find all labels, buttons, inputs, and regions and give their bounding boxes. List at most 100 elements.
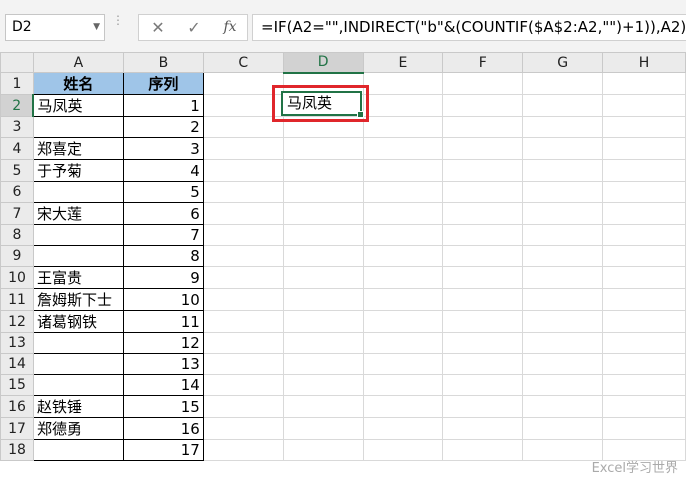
cell-f[interactable] <box>442 159 524 182</box>
column-header-e[interactable]: E <box>362 52 444 73</box>
cell-e[interactable] <box>362 245 444 267</box>
row-header[interactable]: 12 <box>0 310 34 333</box>
cell-a[interactable]: 郑德勇 <box>32 417 124 440</box>
chevron-down-icon[interactable]: ▼ <box>93 15 100 40</box>
cell-d[interactable] <box>282 417 364 440</box>
cell-e[interactable] <box>362 417 444 440</box>
column-header-g[interactable]: G <box>522 52 604 73</box>
cell-b[interactable]: 17 <box>122 439 204 461</box>
cell-f[interactable] <box>442 332 524 354</box>
cell-a[interactable]: 宋大莲 <box>32 202 124 225</box>
cell-a[interactable] <box>32 116 124 138</box>
cell-a[interactable]: 诸葛钢铁 <box>32 310 124 333</box>
cell-b[interactable]: 10 <box>122 288 204 311</box>
cell-e[interactable] <box>362 137 444 160</box>
cell-b[interactable]: 14 <box>122 374 204 396</box>
cell-c[interactable] <box>202 245 284 267</box>
cell-f[interactable] <box>442 353 524 375</box>
cell-d[interactable] <box>282 395 364 418</box>
cell-g[interactable] <box>522 288 604 311</box>
cell-c[interactable] <box>202 310 284 333</box>
cell-g[interactable] <box>522 245 604 267</box>
cell-a[interactable] <box>32 224 124 246</box>
row-header[interactable]: 11 <box>0 288 34 311</box>
cell-h[interactable] <box>602 332 686 354</box>
cell-h[interactable] <box>602 310 686 333</box>
cell-f[interactable] <box>442 137 524 160</box>
cell-c[interactable] <box>202 288 284 311</box>
cell-b[interactable]: 6 <box>122 202 204 225</box>
cell-e[interactable] <box>362 395 444 418</box>
row-header[interactable]: 15 <box>0 374 34 396</box>
cell-d[interactable] <box>282 374 364 396</box>
cell-a[interactable]: 于予菊 <box>32 159 124 182</box>
cell-h[interactable] <box>602 202 686 225</box>
cell-f[interactable] <box>442 94 524 117</box>
cell-d[interactable] <box>282 288 364 311</box>
enter-icon[interactable]: ✓ <box>179 15 209 40</box>
cell-b[interactable]: 8 <box>122 245 204 267</box>
row-header[interactable]: 17 <box>0 417 34 440</box>
row-header[interactable]: 3 <box>0 116 34 138</box>
cell-f[interactable] <box>442 439 524 461</box>
cell-d[interactable] <box>282 439 364 461</box>
cell-f[interactable] <box>442 417 524 440</box>
cell-f[interactable] <box>442 202 524 225</box>
cell-a[interactable]: 马凤英 <box>32 94 124 117</box>
row-header[interactable]: 10 <box>0 266 34 289</box>
cell-c[interactable] <box>202 353 284 375</box>
fill-handle[interactable] <box>357 111 364 118</box>
cell-g[interactable] <box>522 137 604 160</box>
row-header[interactable]: 5 <box>0 159 34 182</box>
cell-h[interactable] <box>602 374 686 396</box>
cell-c[interactable] <box>202 137 284 160</box>
cell-a[interactable] <box>32 439 124 461</box>
cell-f[interactable] <box>442 116 524 138</box>
cell-b1[interactable]: 序列 <box>122 72 204 95</box>
cell-h[interactable] <box>602 181 686 203</box>
cell-c[interactable] <box>202 439 284 461</box>
cell-f[interactable] <box>442 266 524 289</box>
column-header-c[interactable]: C <box>202 52 284 73</box>
column-header-a[interactable]: A <box>32 52 124 73</box>
cell-d[interactable] <box>282 159 364 182</box>
cell-d[interactable] <box>282 353 364 375</box>
cell-b[interactable]: 11 <box>122 310 204 333</box>
cell-b[interactable]: 4 <box>122 159 204 182</box>
cell-e[interactable] <box>362 288 444 311</box>
cell-h[interactable] <box>602 94 686 117</box>
cell-b[interactable]: 3 <box>122 137 204 160</box>
cell-h[interactable] <box>602 417 686 440</box>
cell-e[interactable] <box>362 72 444 95</box>
cell-b[interactable]: 9 <box>122 266 204 289</box>
cell-d[interactable] <box>282 266 364 289</box>
cell-d[interactable] <box>282 202 364 225</box>
cell-a[interactable] <box>32 332 124 354</box>
cell-h[interactable] <box>602 353 686 375</box>
cell-g[interactable] <box>522 224 604 246</box>
name-box[interactable]: D2 ▼ <box>5 14 105 41</box>
row-header[interactable]: 1 <box>0 72 34 95</box>
cell-h[interactable] <box>602 159 686 182</box>
cell-b[interactable]: 7 <box>122 224 204 246</box>
cell-e[interactable] <box>362 439 444 461</box>
cell-g[interactable] <box>522 266 604 289</box>
select-all-corner[interactable] <box>0 52 34 73</box>
row-header[interactable]: 9 <box>0 245 34 267</box>
cell-a[interactable]: 王富贵 <box>32 266 124 289</box>
cell-e[interactable] <box>362 202 444 225</box>
cell-b[interactable]: 15 <box>122 395 204 418</box>
cell-b[interactable]: 16 <box>122 417 204 440</box>
cell-g[interactable] <box>522 94 604 117</box>
cell-h[interactable] <box>602 266 686 289</box>
row-header[interactable]: 18 <box>0 439 34 461</box>
cell-g[interactable] <box>522 374 604 396</box>
row-header[interactable]: 8 <box>0 224 34 246</box>
cell-h[interactable] <box>602 224 686 246</box>
cancel-icon[interactable]: ✕ <box>143 15 173 40</box>
cell-e[interactable] <box>362 353 444 375</box>
cell-f[interactable] <box>442 374 524 396</box>
cell-h[interactable] <box>602 72 686 95</box>
cell-a[interactable]: 郑喜定 <box>32 137 124 160</box>
cell-a[interactable] <box>32 181 124 203</box>
